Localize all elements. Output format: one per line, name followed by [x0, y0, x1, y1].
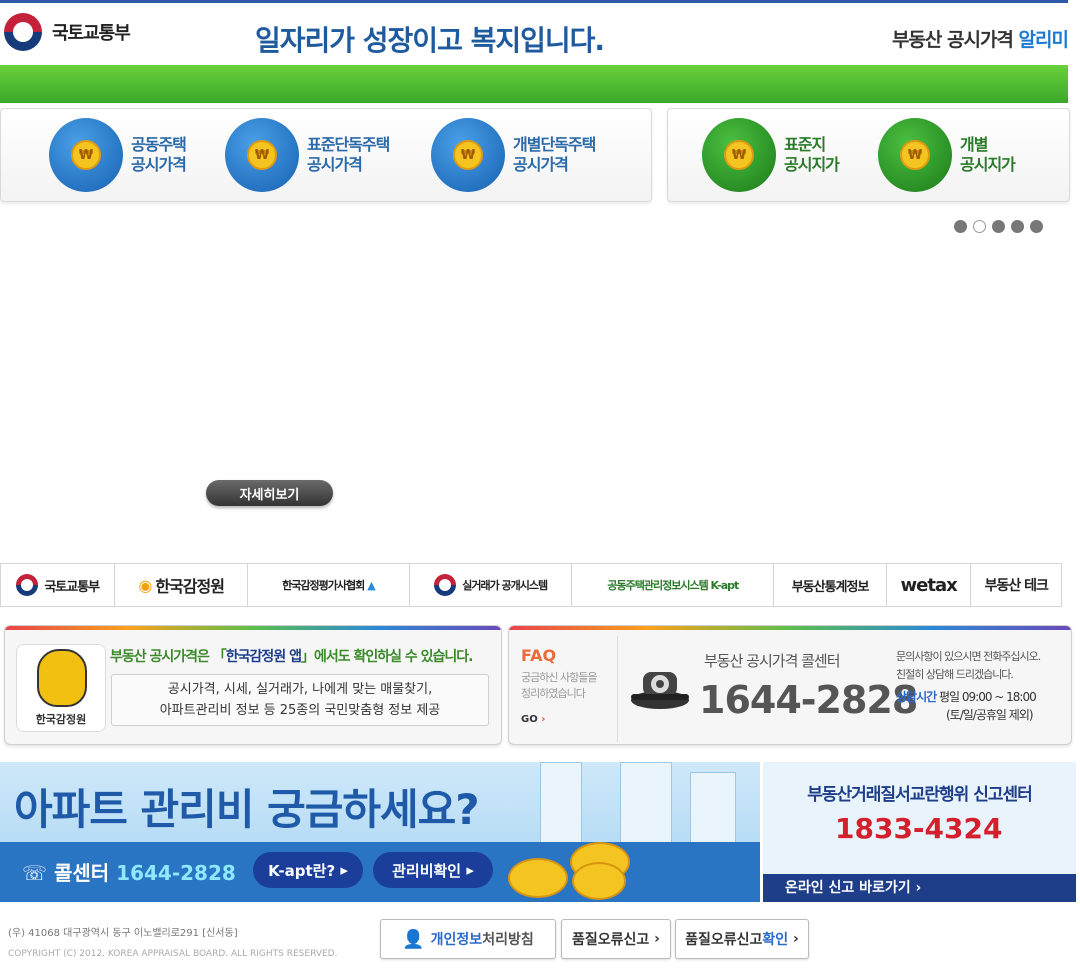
- management-fee-button[interactable]: 관리비확인 ▸: [373, 852, 493, 888]
- coin-graphic: [572, 862, 626, 900]
- kab-logo-icon: ◉: [138, 575, 152, 595]
- carousel-dot[interactable]: [992, 220, 1005, 233]
- link-rt-system[interactable]: 실거래가 공개시스템: [410, 564, 573, 606]
- color-strip: [509, 626, 1071, 630]
- color-strip: [5, 626, 501, 630]
- kapt-banner-title: 아파트 관리비 궁금하세요?: [14, 785, 480, 834]
- carousel-dot[interactable]: [954, 220, 967, 233]
- apartment-price-button[interactable]: ₩ 공동주택 공시가격: [49, 118, 187, 192]
- header: 국토교통부 일자리가 성장이고 복지입니다. 부동산 공시가격 알리미: [0, 3, 1069, 65]
- quality-report-button[interactable]: 품질오류신고 ›: [561, 919, 671, 959]
- mascot-icon: [37, 649, 87, 707]
- kapt-about-button[interactable]: K-apt란? ▸: [253, 852, 363, 888]
- house-icon: ₩: [225, 118, 299, 192]
- app-info-box: 한국감정원 부동산 공시가격은 「한국감정원 앱」에서도 확인하실 수 있습니다…: [4, 625, 502, 745]
- standard-land-price-button[interactable]: ₩ 표준지 공시지가: [702, 118, 840, 192]
- footer-copyright: COPYRIGHT (C) 2012. KOREA APPRAISAL BOAR…: [8, 949, 338, 959]
- report-center-banner[interactable]: 부동산거래질서교란행위 신고센터 1833-4324 온라인 신고 바로가기 ›: [763, 762, 1076, 902]
- taegeuk-icon: [16, 574, 39, 596]
- carousel-dot-active[interactable]: [973, 220, 986, 233]
- privacy-policy-button[interactable]: 👤 개인정보 처리방침: [380, 919, 556, 959]
- apartment-icon: ₩: [49, 118, 123, 192]
- related-sites-bar: 국토교통부 ◉ 한국감정원 한국감정평가사협회 ▲ 실거래가 공개시스템 공동주…: [0, 563, 1062, 607]
- carousel-dot[interactable]: [1030, 220, 1043, 233]
- user-icon: 👤: [402, 928, 425, 950]
- individual-land-price-button[interactable]: ₩ 개별 공시지가: [878, 118, 1016, 192]
- carousel-dot[interactable]: [1011, 220, 1024, 233]
- service-title[interactable]: 부동산 공시가격 알리미: [892, 25, 1069, 52]
- call-center-box: FAQ 궁금하신 사항들을 정리하였습니다 GO › 부동산 공시가격 콜센터 1…: [508, 625, 1072, 745]
- online-report-link[interactable]: 온라인 신고 바로가기 ›: [763, 874, 1076, 902]
- more-details-button[interactable]: 자세히보기: [206, 480, 333, 506]
- call-center-hours: 상담시간 평일 09:00 ~ 18:00 (토/일/공휴일 제외): [896, 690, 1037, 722]
- green-nav-bar: [0, 65, 1068, 103]
- telephone-icon: [631, 672, 689, 709]
- individual-house-price-button[interactable]: ₩ 개별단독주택 공시가격: [431, 118, 596, 192]
- building-graphic: [540, 762, 582, 844]
- link-realestate-tech[interactable]: 부동산 테크: [971, 564, 1061, 606]
- faq-go-link[interactable]: GO ›: [521, 714, 545, 725]
- map-korea-icon: ₩: [702, 118, 776, 192]
- kapt-banner[interactable]: 아파트 관리비 궁금하세요? ☏ 콜센터 1644-2828 K-apt란? ▸…: [0, 762, 760, 902]
- quality-report-check-button[interactable]: 품질오류신고 확인 ›: [675, 919, 809, 959]
- link-stats[interactable]: 부동산통계정보: [774, 564, 887, 606]
- faq-link[interactable]: FAQ 궁금하신 사항들을 정리하였습니다 GO ›: [509, 636, 618, 742]
- link-wetax[interactable]: wetax: [887, 564, 972, 606]
- land-price-panel: ₩ 표준지 공시지가 ₩ 개별 공시지가: [667, 108, 1070, 202]
- report-center-number: 1833-4324: [835, 812, 1003, 845]
- link-kapa[interactable]: 한국감정평가사협회 ▲: [248, 564, 411, 606]
- housing-price-panel: ₩ 공동주택 공시가격 ₩ 표준단독주택 공시가격 ₩ 개별단독주택 공시가격: [0, 108, 652, 202]
- call-center-number: 1644-2828: [699, 678, 918, 722]
- home-icon: ₩: [431, 118, 505, 192]
- taegeuk-icon: [4, 13, 42, 51]
- carousel-pager: [954, 220, 1043, 233]
- link-kapt[interactable]: 공동주택관리정보시스템 K-apt: [572, 564, 775, 606]
- app-description: 공시가격, 시세, 실거래가, 나에게 맞는 매물찾기, 아파트관리비 정보 등…: [111, 674, 489, 726]
- phone-icon: ☏: [22, 861, 48, 885]
- footer-address: (우) 41068 대구광역시 동구 이노밸리로291 [신서동]: [8, 928, 238, 939]
- link-kab[interactable]: ◉ 한국감정원: [115, 564, 248, 606]
- map-pin-icon: ₩: [878, 118, 952, 192]
- kapa-logo-icon: ▲: [367, 578, 376, 592]
- kapt-call-center: ☏ 콜센터 1644-2828: [22, 861, 236, 885]
- ministry-logo[interactable]: 국토교통부: [4, 13, 131, 51]
- call-center-title: 부동산 공시가격 콜센터: [704, 652, 841, 670]
- slogan: 일자리가 성장이고 복지입니다.: [255, 24, 605, 57]
- link-molit[interactable]: 국토교통부: [1, 564, 116, 606]
- coin-graphic: [508, 858, 568, 898]
- ministry-name: 국토교통부: [52, 23, 131, 44]
- call-center-note: 문의사항이 있으시면 전화주십시오. 친절히 상담해 드리겠습니다.: [896, 650, 1041, 681]
- standard-house-price-button[interactable]: ₩ 표준단독주택 공시가격: [225, 118, 390, 192]
- taegeuk-icon: [434, 574, 457, 596]
- report-center-title: 부동산거래질서교란행위 신고센터: [807, 785, 1033, 805]
- kab-app-icon[interactable]: 한국감정원: [16, 644, 106, 732]
- app-headline: 부동산 공시가격은 「한국감정원 앱」에서도 확인하실 수 있습니다.: [110, 649, 473, 665]
